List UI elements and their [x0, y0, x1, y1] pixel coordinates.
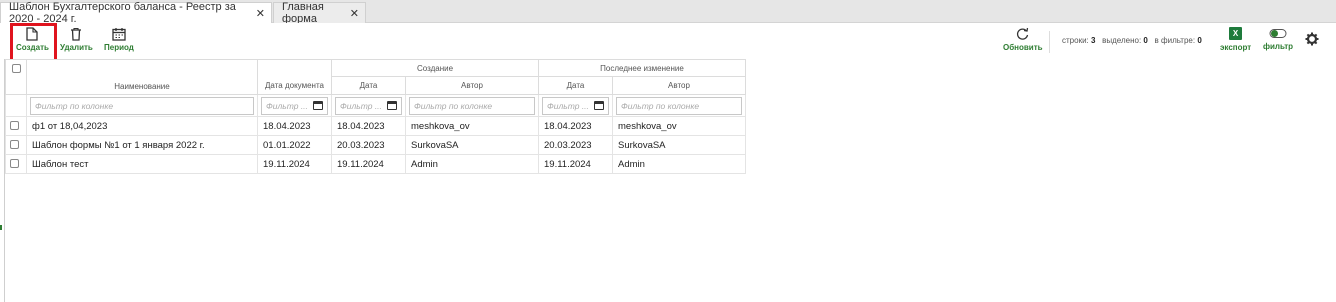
filter-input-doc-date[interactable]: Фильтр ... [261, 96, 328, 115]
select-all-cell [5, 59, 27, 95]
cell-created-author[interactable]: Admin [405, 154, 539, 174]
new-document-icon [26, 27, 39, 41]
excel-icon: X [1229, 27, 1243, 40]
header-last-change-group: Последнее изменение [538, 59, 746, 77]
period-button[interactable]: Период [104, 27, 134, 52]
header-created-author[interactable]: Автор [405, 76, 539, 95]
table-row[interactable]: Шаблон тест 19.11.2024 19.11.2024 Admin … [5, 154, 746, 174]
header-changed-author[interactable]: Автор [612, 76, 746, 95]
row-checkbox-cell [5, 135, 27, 155]
filter-placeholder: Фильтр ... [266, 100, 308, 111]
table-row[interactable]: ф1 от 18,04,2023 18.04.2023 18.04.2023 m… [5, 116, 746, 136]
tab-main-form-label: Главная форма [282, 1, 324, 25]
toolbar: Создать Удалить Период Обновить строки: … [0, 23, 1336, 59]
delete-button-label: Удалить [60, 43, 93, 52]
period-button-label: Период [104, 43, 134, 52]
rows-label: строки: [1062, 36, 1089, 45]
filter-toggle-label: фильтр [1263, 42, 1294, 51]
create-button[interactable]: Создать [16, 27, 49, 52]
table-row[interactable]: Шаблон формы №1 от 1 января 2022 г. 01.0… [5, 135, 746, 155]
row-checkbox[interactable] [10, 121, 19, 131]
toolbar-divider [1049, 31, 1050, 53]
filter-input-name[interactable]: Фильтр по колонке [30, 96, 254, 115]
cell-created-date[interactable]: 20.03.2023 [331, 135, 406, 155]
side-marker [0, 225, 2, 230]
calendar-icon[interactable] [313, 101, 323, 110]
calendar-icon[interactable] [387, 101, 397, 110]
cell-changed-author[interactable]: meshkova_ov [612, 116, 746, 136]
trash-icon [71, 27, 82, 41]
select-all-checkbox[interactable] [11, 64, 21, 74]
tab-registry-label: Шаблон Бухгалтерского баланса - Реестр з… [9, 1, 236, 25]
cell-name[interactable]: Шаблон формы №1 от 1 января 2022 г. [26, 135, 258, 155]
filter-cell-created-date: Фильтр ... [331, 94, 406, 117]
filtered-label: в фильтре: [1154, 36, 1196, 45]
cell-changed-author[interactable]: Admin [612, 154, 746, 174]
calendar-icon [112, 28, 126, 41]
close-icon[interactable]: ✕ [256, 7, 265, 20]
selected-label: выделено: [1102, 36, 1142, 45]
header-doc-date[interactable]: Дата документа [257, 59, 332, 95]
header-creation-group: Создание [331, 59, 539, 77]
filtered-count: 0 [1197, 36, 1202, 45]
cell-changed-date[interactable]: 18.04.2023 [538, 116, 613, 136]
filter-cell-doc-date: Фильтр ... [257, 94, 332, 117]
filter-input-changed-date[interactable]: Фильтр ... [542, 96, 609, 115]
filter-toggle[interactable]: фильтр [1263, 27, 1293, 51]
filter-cell-changed-author: Фильтр по колонке [612, 94, 746, 117]
filter-cell-created-author: Фильтр по колонке [405, 94, 539, 117]
header-created-date[interactable]: Дата [331, 76, 406, 95]
refresh-button[interactable]: Обновить [1003, 27, 1043, 52]
filter-row-spacer [5, 94, 27, 117]
cell-created-author[interactable]: meshkova_ov [405, 116, 539, 136]
create-button-label: Создать [16, 43, 49, 52]
rows-count: 3 [1091, 36, 1096, 45]
row-checkbox-cell [5, 154, 27, 174]
export-button-label: экспорт [1220, 43, 1252, 52]
row-checkbox[interactable] [10, 140, 19, 150]
cell-changed-author[interactable]: SurkovaSA [612, 135, 746, 155]
filter-placeholder: Фильтр по колонке [621, 100, 700, 111]
cell-doc-date[interactable]: 19.11.2024 [257, 154, 332, 174]
selected-count: 0 [1143, 36, 1148, 45]
cell-created-author[interactable]: SurkovaSA [405, 135, 539, 155]
close-icon[interactable]: ✕ [350, 7, 359, 20]
gear-icon [1305, 32, 1319, 46]
cell-name[interactable]: ф1 от 18,04,2023 [26, 116, 258, 136]
filter-cell-changed-date: Фильтр ... [538, 94, 613, 117]
refresh-icon [1017, 27, 1029, 40]
refresh-button-label: Обновить [1003, 43, 1043, 52]
registry-table: Наименование Дата документа Создание Пос… [5, 59, 746, 174]
row-stats: строки: 3 выделено: 0 в фильтре: 0 [1062, 36, 1202, 45]
tab-bar: Шаблон Бухгалтерского баланса - Реестр з… [0, 0, 1336, 25]
tab-main-form[interactable]: Главная форма ✕ [273, 1, 366, 25]
cell-changed-date[interactable]: 19.11.2024 [538, 154, 613, 174]
filter-cell-name: Фильтр по колонке [26, 94, 258, 117]
cell-name[interactable]: Шаблон тест [26, 154, 258, 174]
delete-button[interactable]: Удалить [60, 27, 93, 52]
cell-doc-date[interactable]: 18.04.2023 [257, 116, 332, 136]
header-changed-date[interactable]: Дата [538, 76, 613, 95]
cell-changed-date[interactable]: 20.03.2023 [538, 135, 613, 155]
toggle-icon [1269, 29, 1287, 38]
calendar-icon[interactable] [594, 101, 604, 110]
filter-placeholder: Фильтр ... [547, 100, 589, 111]
row-checkbox-cell [5, 116, 27, 136]
tab-registry[interactable]: Шаблон Бухгалтерского баланса - Реестр з… [0, 1, 272, 25]
filter-input-created-date[interactable]: Фильтр ... [335, 96, 402, 115]
settings-button[interactable] [1305, 32, 1319, 51]
cell-created-date[interactable]: 19.11.2024 [331, 154, 406, 174]
row-checkbox[interactable] [10, 159, 19, 169]
registry-table-container: Наименование Дата документа Создание Пос… [4, 59, 1336, 302]
export-button[interactable]: X экспорт [1220, 27, 1251, 52]
cell-created-date[interactable]: 18.04.2023 [331, 116, 406, 136]
filter-input-changed-author[interactable]: Фильтр по колонке [616, 96, 742, 115]
filter-placeholder: Фильтр по колонке [35, 100, 114, 111]
filter-input-created-author[interactable]: Фильтр по колонке [409, 96, 535, 115]
filter-placeholder: Фильтр по колонке [414, 100, 493, 111]
filter-row: Фильтр по колонке Фильтр ... Фильтр ... [5, 94, 746, 117]
filter-placeholder: Фильтр ... [340, 100, 382, 111]
cell-doc-date[interactable]: 01.01.2022 [257, 135, 332, 155]
header-name[interactable]: Наименование [26, 59, 258, 95]
